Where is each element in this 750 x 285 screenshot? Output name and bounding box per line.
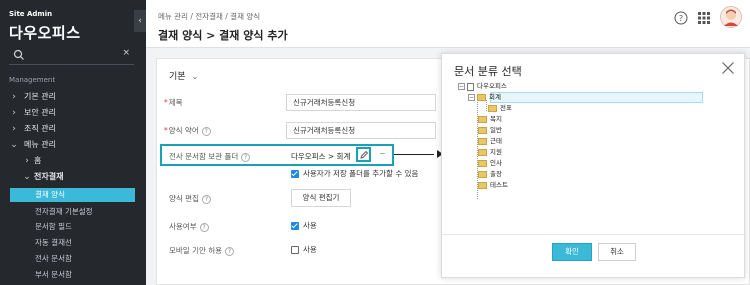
close-icon[interactable] bbox=[721, 61, 735, 75]
folder-icon bbox=[478, 116, 487, 123]
help-icon[interactable]: ? bbox=[674, 11, 688, 25]
chevron-right-icon: › bbox=[12, 92, 16, 102]
pencil-icon bbox=[360, 150, 369, 159]
root-icon bbox=[467, 82, 474, 91]
sidebar-item-basic[interactable]: › 기본 관리 bbox=[0, 89, 146, 105]
folder-icon bbox=[478, 138, 487, 145]
tree-node-child[interactable]: 전표 bbox=[488, 103, 512, 114]
sidebar-item-security[interactable]: › 보안 관리 bbox=[0, 105, 146, 121]
allow-user-folder-checkbox[interactable]: 사용자가 저장 폴더를 추가할 수 있음 bbox=[291, 168, 418, 179]
sidebar-item-menu[interactable]: ⌄ 메뉴 관리 bbox=[0, 137, 146, 153]
sidebar-item-home[interactable]: › 홈 bbox=[0, 153, 146, 169]
cancel-button[interactable]: 취소 bbox=[598, 243, 636, 261]
chevron-down-icon: ⌄ bbox=[10, 140, 18, 150]
chevron-right-icon: › bbox=[12, 124, 16, 134]
tree-node[interactable]: 복지 bbox=[478, 114, 502, 125]
tree-node[interactable]: 지원 bbox=[478, 147, 502, 158]
sidebar-subitem-dept-docs[interactable]: 부서 문서함 bbox=[10, 268, 135, 282]
checkbox-checked-icon bbox=[291, 169, 299, 178]
tree-node-selected[interactable]: − 회계 bbox=[468, 92, 501, 103]
chevron-right-icon: › bbox=[25, 156, 29, 166]
chevron-down-icon: ⌄ bbox=[23, 172, 31, 182]
tree-selected-highlight bbox=[490, 92, 703, 103]
brand-subtitle: Site Admin bbox=[9, 10, 53, 18]
folder-path: 다우오피스 > 회계 bbox=[291, 152, 351, 161]
top-header: 메뉴 관리 / 전자결재 / 결재 양식 결재 양식 > 결재 양식 추가 ? bbox=[146, 0, 750, 48]
modal-divider bbox=[442, 234, 746, 235]
checkbox-empty-icon bbox=[291, 245, 299, 254]
page-title: 결재 양식 > 결재 양식 추가 bbox=[158, 29, 288, 42]
collapse-sidebar-button[interactable]: ‹ bbox=[134, 10, 146, 32]
checkbox-checked-icon bbox=[291, 221, 299, 230]
category-tree: − 다우오피스 − 회계 전표 복지 일반 근태 지원 인사 출장 테스트 bbox=[458, 81, 703, 231]
help-circle-icon[interactable]: ? bbox=[241, 152, 251, 162]
abbr-input[interactable]: 신규거래처등록신청 bbox=[286, 122, 436, 139]
folder-icon bbox=[478, 182, 487, 189]
folder-label: 전사 문서함 보관 폴더? bbox=[169, 151, 251, 162]
modal-title: 문서 분류 선택 bbox=[454, 65, 522, 78]
tree-node[interactable]: 근태 bbox=[478, 136, 502, 147]
sidebar-item-approval[interactable]: ⌄ 전자결재 bbox=[0, 169, 146, 185]
search-icon bbox=[13, 49, 24, 60]
sidebar-search[interactable]: × bbox=[9, 45, 134, 65]
section-title-management: Management bbox=[9, 76, 56, 84]
sidebar-subitem-approval-forms[interactable]: 결재 양식 bbox=[10, 188, 135, 202]
breadcrumb: 메뉴 관리 / 전자결재 / 결재 양식 bbox=[158, 12, 261, 21]
tree-node[interactable]: 인사 bbox=[478, 158, 502, 169]
tree-node[interactable]: 일반 bbox=[478, 125, 502, 136]
tree-node-root[interactable]: − 다우오피스 bbox=[458, 81, 507, 92]
tree-node[interactable]: 출장 bbox=[478, 169, 502, 180]
svg-text:?: ? bbox=[679, 14, 683, 23]
required-mark: * bbox=[164, 98, 168, 107]
form-editor-button[interactable]: 양식 편집기 bbox=[291, 189, 351, 207]
folder-icon bbox=[478, 171, 487, 178]
brand-logo-text[interactable]: 다우오피스 bbox=[9, 22, 81, 43]
apps-grid-icon[interactable] bbox=[698, 12, 710, 24]
folder-icon bbox=[488, 105, 497, 112]
title-label: *제목 bbox=[164, 98, 183, 107]
category-select-modal: 문서 분류 선택 −다우오피스 −회계 전표 복지 일반 근태 지원 인사 bbox=[441, 53, 746, 278]
sidebar-subitem-approval-settings[interactable]: 전자결재 기본설정 bbox=[10, 205, 135, 219]
use-checkbox[interactable]: 사용 bbox=[291, 220, 317, 231]
use-label: 사용여부? bbox=[169, 221, 209, 232]
avatar[interactable] bbox=[720, 6, 742, 28]
edit-folder-button[interactable] bbox=[356, 147, 371, 162]
callout-line bbox=[394, 154, 434, 155]
section-basic[interactable]: 기본 ⌄ bbox=[169, 69, 198, 82]
help-circle-icon[interactable]: ? bbox=[201, 126, 211, 136]
help-circle-icon[interactable]: ? bbox=[201, 194, 211, 204]
form-edit-label: 양식 편집? bbox=[169, 193, 211, 204]
sidebar-item-organization[interactable]: › 조직 관리 bbox=[0, 121, 146, 137]
clear-search-icon[interactable]: × bbox=[122, 48, 130, 58]
sidebar-subitem-auto-approval-line[interactable]: 자동 결재선 bbox=[10, 236, 135, 250]
tree-node[interactable]: 테스트 bbox=[478, 180, 508, 191]
folder-icon bbox=[478, 160, 487, 167]
chevron-down-icon: ⌄ bbox=[191, 72, 199, 81]
sidebar-subitem-doc-fields[interactable]: 문서함 필드 bbox=[10, 220, 135, 234]
help-circle-icon[interactable]: ? bbox=[225, 246, 235, 256]
sidebar-subitem-company-docs[interactable]: 전사 문서함 bbox=[10, 252, 135, 266]
required-mark: * bbox=[164, 126, 168, 135]
folder-icon bbox=[478, 149, 487, 156]
mobile-checkbox[interactable]: 사용 bbox=[291, 244, 317, 255]
folder-icon bbox=[478, 127, 487, 134]
remove-folder-button[interactable]: − bbox=[379, 149, 386, 158]
confirm-button[interactable]: 확인 bbox=[552, 243, 592, 261]
collapse-icon[interactable]: − bbox=[458, 83, 465, 90]
sidebar: Site Admin 다우오피스 ‹ × Management › 기본 관리 … bbox=[0, 0, 146, 285]
collapse-icon[interactable]: − bbox=[468, 94, 475, 101]
help-circle-icon[interactable]: ? bbox=[199, 222, 209, 232]
mobile-label: 모바일 기안 허용? bbox=[169, 245, 235, 256]
abbr-label: *양식 약어? bbox=[164, 125, 211, 136]
title-input[interactable]: 신규거래처등록신청 bbox=[286, 94, 436, 111]
folder-icon bbox=[477, 94, 486, 101]
chevron-right-icon: › bbox=[12, 108, 16, 118]
